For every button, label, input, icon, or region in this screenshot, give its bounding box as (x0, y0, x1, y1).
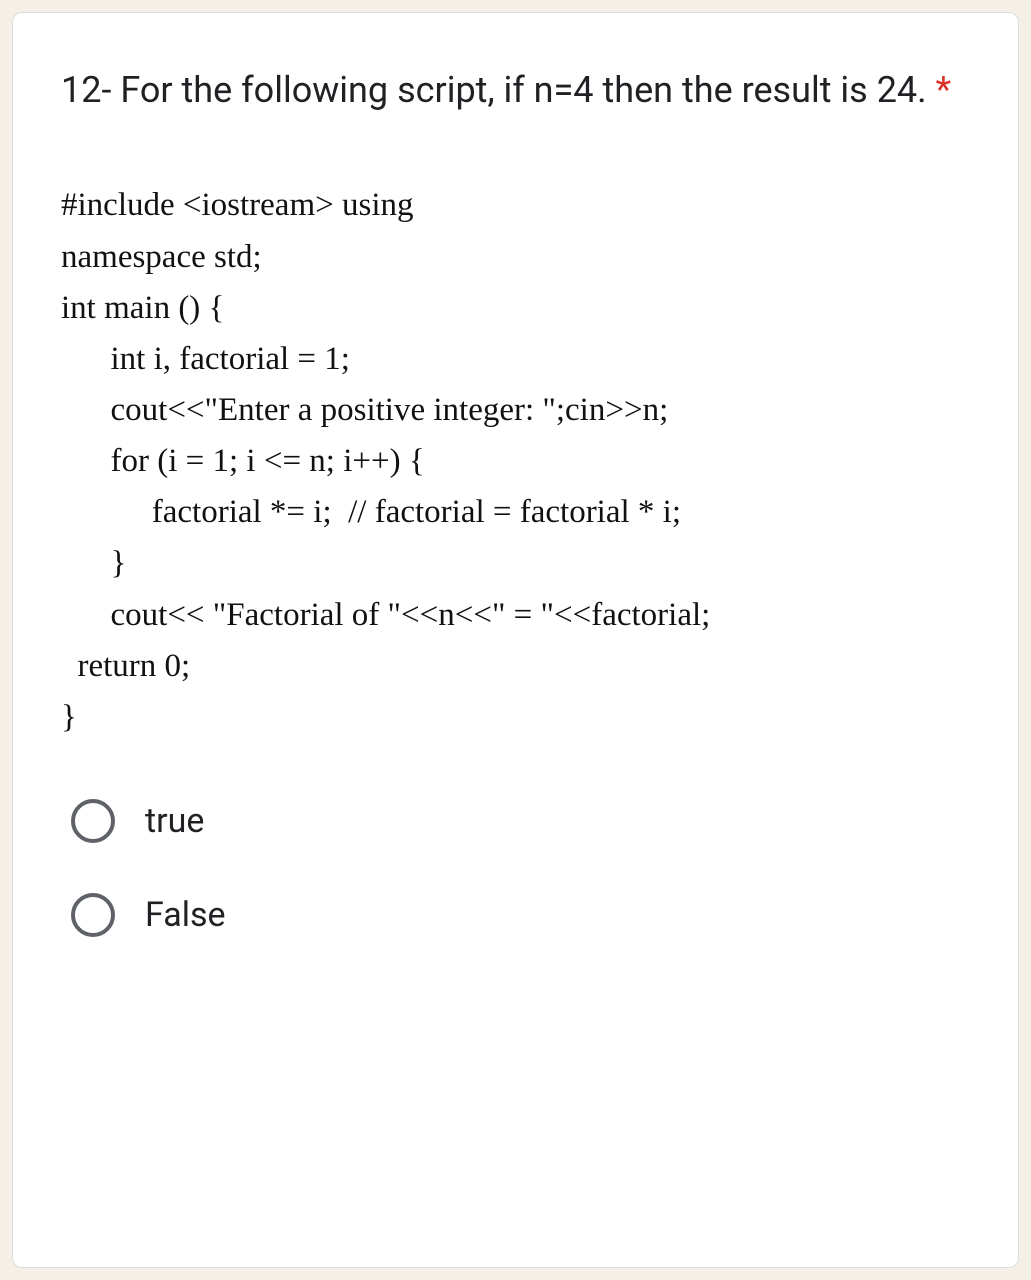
code-line: factorial *= i; // factorial = factorial… (61, 487, 970, 538)
question-text: 12- For the following script, if n=4 the… (61, 69, 936, 111)
code-line: } (61, 538, 970, 589)
code-line: #include <iostream> using (61, 180, 970, 231)
option-true[interactable]: true (71, 799, 970, 843)
code-line: return 0; (61, 641, 970, 692)
radio-icon (71, 893, 115, 937)
required-marker: * (936, 69, 952, 111)
question-card: 12- For the following script, if n=4 the… (12, 12, 1019, 1268)
code-block: #include <iostream> using namespace std;… (61, 180, 970, 743)
code-line: namespace std; (61, 232, 970, 283)
question-title: 12- For the following script, if n=4 the… (61, 61, 970, 120)
option-label: true (145, 801, 204, 841)
code-line: cout<< "Factorial of "<<n<<" = "<<factor… (61, 590, 970, 641)
option-label: False (145, 895, 226, 935)
radio-icon (71, 799, 115, 843)
code-line: for (i = 1; i <= n; i++) { (61, 436, 970, 487)
code-line: } (61, 692, 970, 743)
code-line: int i, factorial = 1; (61, 334, 970, 385)
options-group: true False (61, 799, 970, 937)
code-line: int main () { (61, 283, 970, 334)
option-false[interactable]: False (71, 893, 970, 937)
code-line: cout<<"Enter a positive integer: ";cin>>… (61, 385, 970, 436)
